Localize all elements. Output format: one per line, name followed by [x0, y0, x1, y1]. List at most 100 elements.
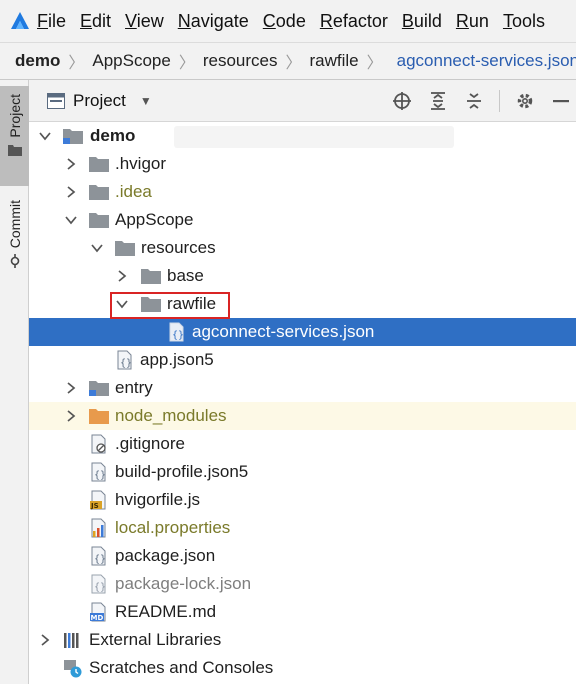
- menu-navigate[interactable]: Navigate: [178, 11, 249, 32]
- json-file-icon: {}: [91, 546, 106, 566]
- tree-row-idea[interactable]: .idea: [29, 178, 576, 206]
- chevron-right-icon[interactable]: [115, 269, 129, 283]
- svg-text:{}: {}: [120, 358, 132, 369]
- hide-icon[interactable]: [550, 90, 572, 112]
- json-file-icon: {}: [91, 574, 106, 594]
- tree-row-node-modules[interactable]: node_modules: [29, 402, 576, 430]
- tree-row-resources[interactable]: resources: [29, 234, 576, 262]
- json-file-icon: {}: [169, 322, 184, 342]
- tree-row-local-properties[interactable]: local.properties: [29, 514, 576, 542]
- tree-row-scratches[interactable]: Scratches and Consoles: [29, 654, 576, 682]
- chevron-right-icon[interactable]: [64, 157, 78, 171]
- panel-title[interactable]: Project: [73, 91, 126, 111]
- breadcrumb-item-appscope[interactable]: AppScope: [92, 51, 170, 71]
- project-tool-tab[interactable]: Project: [0, 86, 29, 186]
- tree-row-hvigorfile[interactable]: JS hvigorfile.js: [29, 486, 576, 514]
- scratches-icon: [64, 660, 82, 678]
- menu-view[interactable]: View: [125, 11, 164, 32]
- tree-row-hvigor[interactable]: .hvigor: [29, 150, 576, 178]
- breadcrumb-separator-icon: 〉: [285, 55, 302, 72]
- expand-all-icon[interactable]: [427, 90, 449, 112]
- commit-tool-tab[interactable]: Commit: [0, 196, 29, 286]
- breadcrumb: demo 〉 AppScope 〉 resources 〉 rawfile 〉 …: [0, 42, 576, 80]
- breadcrumb-separator-icon: 〉: [366, 55, 383, 72]
- tree-row-entry[interactable]: entry: [29, 374, 576, 402]
- tree-row-agconnect[interactable]: {} agconnect-services.json: [29, 318, 576, 346]
- breadcrumb-item-rawfile[interactable]: rawfile: [309, 51, 358, 71]
- commit-icon: [10, 254, 19, 269]
- markdown-file-icon: MD: [90, 602, 106, 622]
- project-tool-label: Project: [6, 94, 23, 138]
- tree-label: README.md: [115, 602, 217, 621]
- breadcrumb-separator-icon: 〉: [178, 55, 195, 72]
- commit-tool-label: Commit: [6, 200, 23, 249]
- breadcrumb-item-resources[interactable]: resources: [203, 51, 278, 71]
- svg-text:JS: JS: [90, 502, 99, 510]
- collapse-all-icon[interactable]: [463, 90, 485, 112]
- tree-label: Scratches and Consoles: [89, 658, 274, 677]
- tree-row-package-json[interactable]: {} package.json: [29, 542, 576, 570]
- toolbar-divider: [499, 90, 500, 112]
- annotation-highlight-box: [110, 292, 230, 319]
- svg-text:{}: {}: [94, 582, 106, 593]
- locate-icon[interactable]: [391, 90, 413, 112]
- json5-file-icon: {}: [117, 350, 132, 370]
- tree-row-external-libraries[interactable]: External Libraries: [29, 626, 576, 654]
- tree-row-build-profile[interactable]: {} build-profile.json5: [29, 458, 576, 486]
- svg-text:{}: {}: [94, 470, 106, 481]
- menu-code[interactable]: Code: [263, 11, 306, 32]
- tree-label: package-lock.json: [115, 574, 252, 593]
- breadcrumb-separator-icon: 〉: [68, 55, 85, 72]
- menu-edit[interactable]: Edit: [80, 11, 111, 32]
- folder-icon: [115, 241, 135, 256]
- tree-label: base: [167, 266, 204, 285]
- json5-file-icon: {}: [91, 462, 106, 482]
- libraries-icon: [64, 633, 79, 648]
- tree-label: demo: [90, 126, 136, 145]
- tree-row-readme[interactable]: MD README.md: [29, 598, 576, 626]
- menu-run[interactable]: Run: [456, 11, 489, 32]
- tree-row-demo[interactable]: demo: [29, 122, 576, 150]
- chevron-down-icon[interactable]: [64, 213, 78, 227]
- chevron-right-icon[interactable]: [64, 185, 78, 199]
- menu-file[interactable]: File: [37, 11, 66, 32]
- menu-tools[interactable]: Tools: [503, 11, 545, 32]
- tree-label: .gitignore: [115, 434, 185, 453]
- module-folder-icon: [63, 129, 83, 144]
- app-logo-icon: [11, 12, 29, 29]
- chevron-right-icon[interactable]: [64, 381, 78, 395]
- folder-icon: [89, 185, 109, 200]
- tree-row-gitignore[interactable]: .gitignore: [29, 430, 576, 458]
- breadcrumb-item-agconnect[interactable]: agconnect-services.json: [397, 51, 576, 71]
- tree-label: app.json5: [140, 350, 214, 369]
- chevron-right-icon[interactable]: [38, 633, 52, 647]
- tree-row-package-lock[interactable]: {} package-lock.json: [29, 570, 576, 598]
- redacted-path: [174, 126, 454, 148]
- chevron-right-icon[interactable]: [64, 409, 78, 423]
- tree-row-base[interactable]: base: [29, 262, 576, 290]
- project-panel-header: Project ▼: [29, 80, 576, 122]
- tree-label: .idea: [115, 182, 152, 201]
- javascript-file-icon: JS: [90, 490, 106, 510]
- module-folder-icon: [89, 381, 109, 396]
- chevron-down-icon[interactable]: [38, 129, 52, 143]
- gitignore-file-icon: [91, 434, 106, 454]
- folder-icon: [141, 269, 161, 284]
- chevron-down-icon[interactable]: [90, 241, 104, 255]
- folder-icon: [7, 144, 22, 156]
- breadcrumb-item-demo[interactable]: demo: [15, 51, 60, 71]
- tree-row-appjson5[interactable]: {} app.json5: [29, 346, 576, 374]
- tree-label: agconnect-services.json: [192, 322, 375, 341]
- menu-bar: File Edit View Navigate Code Refactor Bu…: [0, 0, 576, 42]
- excluded-folder-icon: [89, 409, 109, 424]
- tree-label: entry: [115, 378, 153, 397]
- project-tree: demo .hvigor .idea AppScope resources ba…: [29, 122, 576, 684]
- tree-label: build-profile.json5: [115, 462, 249, 481]
- settings-icon[interactable]: [514, 90, 536, 112]
- tree-row-appscope[interactable]: AppScope: [29, 206, 576, 234]
- project-view-icon: [47, 92, 65, 109]
- triangle-down-icon[interactable]: ▼: [140, 94, 152, 108]
- menu-refactor[interactable]: Refactor: [320, 11, 388, 32]
- folder-icon: [89, 213, 109, 228]
- menu-build[interactable]: Build: [402, 11, 442, 32]
